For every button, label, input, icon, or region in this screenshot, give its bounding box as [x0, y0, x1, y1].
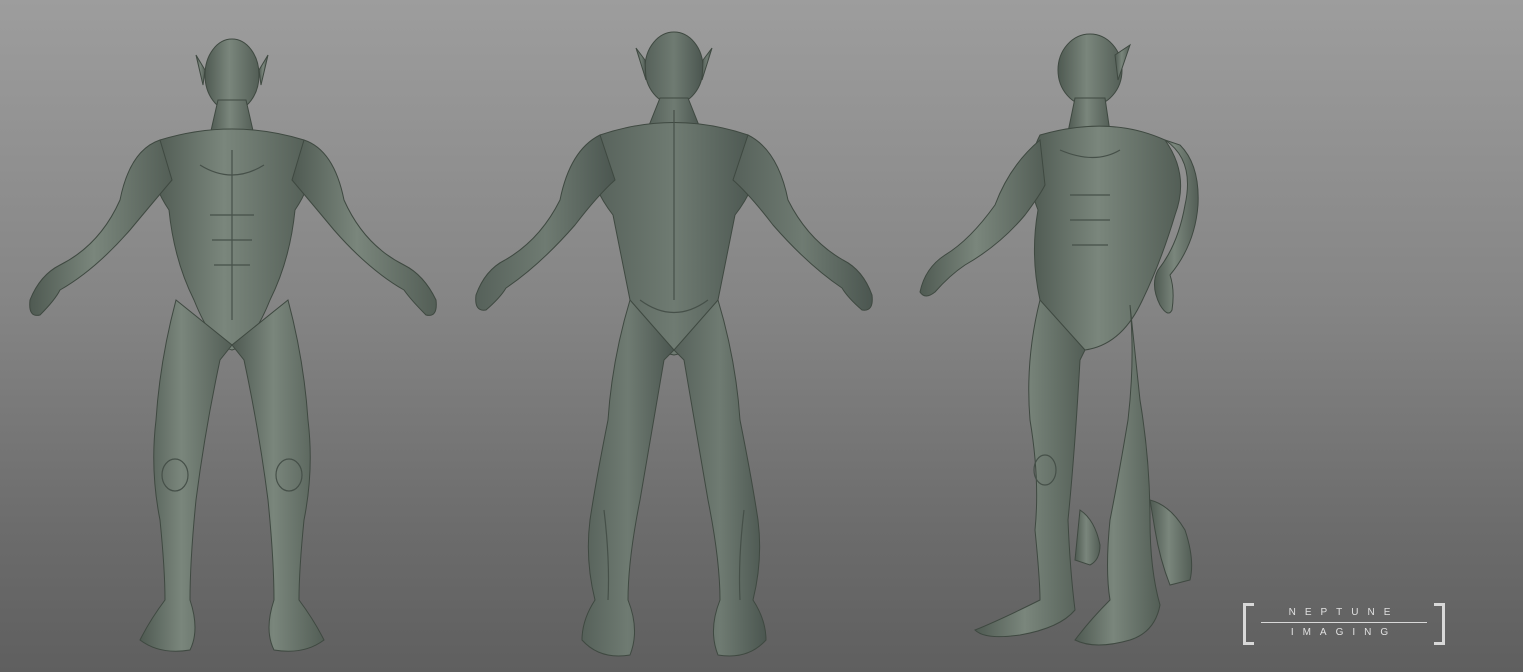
watermark-right-bracket	[1434, 603, 1445, 645]
watermark-line1: NEPTUNE	[1288, 607, 1400, 618]
front-view-figure	[29, 31, 1199, 657]
render-canvas: NEPTUNE IMAGING	[0, 0, 1523, 672]
watermark-divider	[1261, 622, 1427, 623]
watermark-line2: IMAGING	[1290, 627, 1398, 638]
side-figure	[919, 33, 1199, 646]
studio-watermark-logo: NEPTUNE IMAGING	[1243, 603, 1445, 645]
front-figure	[29, 38, 437, 652]
watermark-left-bracket	[1243, 603, 1254, 645]
